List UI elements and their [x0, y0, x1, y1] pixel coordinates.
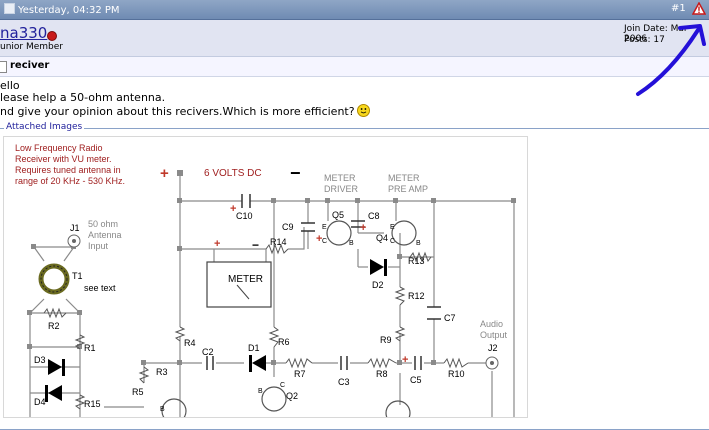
- label-d2: D2: [372, 280, 384, 290]
- label-r15: R15: [84, 399, 101, 409]
- post-icon: [4, 3, 15, 14]
- schematic-desc: Receiver with VU meter.: [15, 154, 112, 164]
- label-d1: D1: [248, 343, 260, 353]
- label-c9: C9: [282, 222, 294, 232]
- post-title: reciver: [10, 60, 50, 71]
- annotation-arrow-icon: [636, 24, 706, 96]
- pin-e: E: [322, 224, 327, 231]
- label-c2: C2: [202, 347, 214, 357]
- label-r1: R1: [84, 343, 96, 353]
- meter-driver-label: METER: [324, 173, 356, 183]
- schematic-desc: Requires tuned antenna in: [15, 165, 121, 175]
- label-r10: R10: [448, 369, 465, 379]
- post-message: ello lease help a 50-ohm antenna. nd giv…: [0, 80, 370, 118]
- post-title-row: reciver: [0, 57, 709, 77]
- pin-b: B: [258, 388, 263, 395]
- label-r9: R9: [380, 335, 392, 345]
- report-post-icon[interactable]: [692, 2, 706, 15]
- message-line: lease help a 50-ohm antenna.: [0, 91, 166, 104]
- polarity-minus: −: [252, 238, 259, 252]
- message-line-with-smiley: nd give your opinion about this recivers…: [0, 104, 370, 118]
- pin-c: C: [322, 238, 327, 245]
- meter-preamp-label: PRE AMP: [388, 184, 428, 194]
- label-j1: J1: [70, 223, 80, 233]
- offline-status-icon: [47, 31, 57, 41]
- label-d3: D3: [34, 355, 46, 365]
- audio-output-label: Output: [480, 330, 508, 340]
- schematic-desc: range of 20 KHz - 530 KHz.: [15, 176, 125, 186]
- label-r12: R12: [408, 291, 425, 301]
- antenna-label: Input: [88, 241, 109, 251]
- label-t1: T1: [72, 271, 83, 281]
- username-link[interactable]: na330: [0, 24, 47, 42]
- label-c5: C5: [410, 375, 422, 385]
- label-j2: J2: [488, 343, 498, 353]
- label-c7: C7: [444, 313, 456, 323]
- supply-plus: +: [160, 165, 169, 182]
- polarity-plus: +: [214, 238, 220, 250]
- label-d4: D4: [34, 397, 46, 407]
- label-r14: R14: [270, 237, 287, 247]
- supply-minus: −: [290, 163, 301, 183]
- antenna-label: Antenna: [88, 230, 122, 240]
- message-line: nd give your opinion about this recivers…: [0, 105, 355, 118]
- supply-label: 6 VOLTS DC: [204, 168, 262, 179]
- polarity-plus: +: [316, 233, 322, 245]
- label-r4: R4: [184, 338, 196, 348]
- pin-b: B: [349, 240, 354, 247]
- schematic-desc: Low Frequency Radio: [15, 143, 103, 153]
- meter-driver-label: DRIVER: [324, 184, 359, 194]
- label-c8: C8: [368, 211, 380, 221]
- polarity-plus: +: [402, 354, 408, 366]
- user-title: unior Member: [0, 42, 63, 52]
- label-r2: R2: [48, 321, 60, 331]
- label-r3: R3: [156, 367, 168, 377]
- meter-label: METER: [228, 274, 263, 285]
- label-r6: R6: [278, 337, 290, 347]
- polarity-plus: +: [230, 203, 236, 215]
- meter-preamp-label: METER: [388, 173, 420, 183]
- post-header-bar: Yesterday, 04:32 PM #1: [0, 0, 709, 20]
- pin-c: C: [390, 238, 395, 245]
- polarity-plus: +: [360, 222, 366, 234]
- pin-c: C: [280, 382, 285, 389]
- label-q4: Q4: [376, 233, 388, 243]
- post-number-link[interactable]: #1: [671, 3, 686, 14]
- label-r8: R8: [376, 369, 388, 379]
- label-q5: Q5: [332, 210, 344, 220]
- smiley-icon: [356, 104, 370, 117]
- label-c10: C10: [236, 211, 253, 221]
- pin-e: E: [390, 224, 395, 231]
- label-c3: C3: [338, 377, 350, 387]
- label-q2: Q2: [286, 391, 298, 401]
- label-r5: R5: [132, 387, 144, 397]
- post-title-icon: [0, 61, 7, 73]
- schematic-image[interactable]: Low Frequency Radio Receiver with VU met…: [3, 136, 528, 418]
- attached-images-legend: Attached Images: [4, 122, 85, 132]
- see-text-label: see text: [84, 283, 116, 293]
- audio-output-label: Audio: [480, 319, 503, 329]
- post-date-text: Yesterday, 04:32 PM: [18, 5, 120, 16]
- pin-b: B: [416, 240, 421, 247]
- antenna-label: 50 ohm: [88, 219, 118, 229]
- user-info-bar: na330 unior Member Join Date: Mar 2006 P…: [0, 20, 709, 57]
- label-r13: R13: [408, 256, 425, 266]
- label-r7: R7: [294, 369, 306, 379]
- post-date: Yesterday, 04:32 PM: [4, 3, 120, 16]
